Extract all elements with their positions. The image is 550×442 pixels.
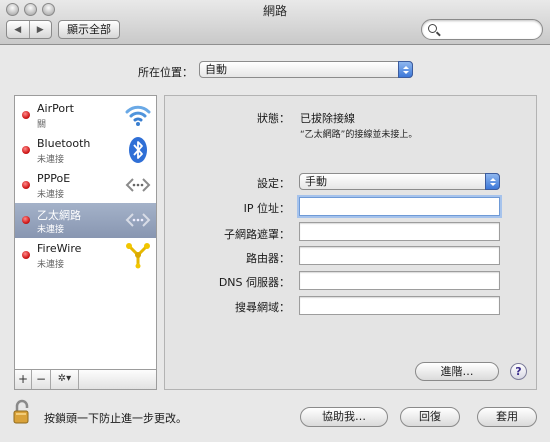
status-label: 狀態： [257, 112, 290, 125]
search-icon [428, 24, 437, 33]
configure-value: 手動 [305, 175, 327, 188]
service-item-airport[interactable]: AirPort 關 [15, 98, 156, 133]
window-title: 網路 [262, 4, 287, 18]
service-name: FireWire [37, 242, 82, 255]
service-status: 未連接 [37, 225, 65, 235]
dns-server-label: DNS 伺服器： [218, 276, 290, 289]
service-name: 乙太網路 [37, 209, 81, 222]
location-value: 自動 [205, 63, 227, 76]
service-status: 未連接 [37, 155, 65, 165]
router-label: 路由器： [246, 252, 290, 265]
apply-button[interactable]: 套用 [477, 407, 537, 427]
service-item-bluetooth[interactable]: Bluetooth 未連接 [15, 133, 156, 168]
search-domains-label: 搜尋網域： [235, 301, 290, 314]
configure-popup[interactable]: 手動 [299, 173, 500, 190]
assist-me-button[interactable]: 協助我… [300, 407, 388, 427]
popup-arrows-icon [485, 173, 500, 190]
service-list: AirPort 關 Bluetooth 未連接 PPPoE 未連接 乙太網路 未… [14, 95, 157, 370]
service-item-firewire[interactable]: FireWire 未連接 [15, 238, 156, 273]
firewire-icon [126, 243, 150, 269]
lock-icon[interactable] [13, 399, 33, 425]
status-description: “乙太網路”的接線並未接上。 [300, 130, 418, 140]
service-name: PPPoE [37, 172, 71, 185]
router-field[interactable] [299, 246, 500, 265]
revert-button[interactable]: 回復 [400, 407, 460, 427]
status-dot [22, 251, 30, 259]
location-label: 所在位置： [138, 66, 193, 79]
service-list-toolbar: + − ✲▾ [14, 370, 157, 390]
back-arrow-icon[interactable]: ◀ [7, 21, 29, 38]
status-dot [22, 181, 30, 189]
search-domains-field[interactable] [299, 296, 500, 315]
ip-address-label: IP 位址： [243, 202, 290, 215]
location-popup[interactable]: 自動 [199, 61, 413, 78]
status-dot [22, 146, 30, 154]
ethernet-arrows-icon [125, 213, 151, 227]
status-dot [22, 111, 30, 119]
show-all-button[interactable]: 顯示全部 [58, 20, 120, 39]
service-item-pppoe[interactable]: PPPoE 未連接 [15, 168, 156, 203]
ip-address-field[interactable] [299, 197, 500, 216]
remove-service-button[interactable]: − [32, 370, 51, 389]
bluetooth-icon [129, 137, 147, 163]
subnet-mask-field[interactable] [299, 222, 500, 241]
service-status: 未連接 [37, 260, 65, 270]
service-name: AirPort [37, 102, 74, 115]
forward-arrow-icon[interactable]: ▶ [28, 21, 52, 38]
service-status: 關 [37, 120, 47, 130]
back-forward-control: ◀ ▶ [6, 20, 52, 39]
configure-label: 設定： [257, 177, 290, 190]
pppoe-arrows-icon [125, 178, 151, 192]
status-dot [22, 216, 30, 224]
service-item-ethernet[interactable]: 乙太網路 未連接 [15, 203, 156, 238]
subnet-mask-label: 子網路遮罩： [224, 228, 290, 241]
status-value: 已拔除接線 [300, 112, 355, 125]
action-gear-menu[interactable]: ✲▾ [51, 370, 79, 389]
service-name: Bluetooth [37, 137, 91, 150]
dns-server-field[interactable] [299, 271, 500, 290]
popup-arrows-icon [398, 61, 413, 78]
search-field[interactable] [421, 19, 543, 40]
lock-hint-text: 按鎖頭一下防止進一步更改。 [44, 412, 187, 425]
advanced-button[interactable]: 進階… [415, 362, 499, 381]
service-status: 未連接 [37, 190, 65, 200]
window-toolbar: 網路 ◀ ▶ 顯示全部 [0, 0, 550, 45]
wifi-icon [125, 105, 151, 126]
add-service-button[interactable]: + [15, 370, 32, 389]
help-button[interactable]: ? [510, 363, 527, 380]
